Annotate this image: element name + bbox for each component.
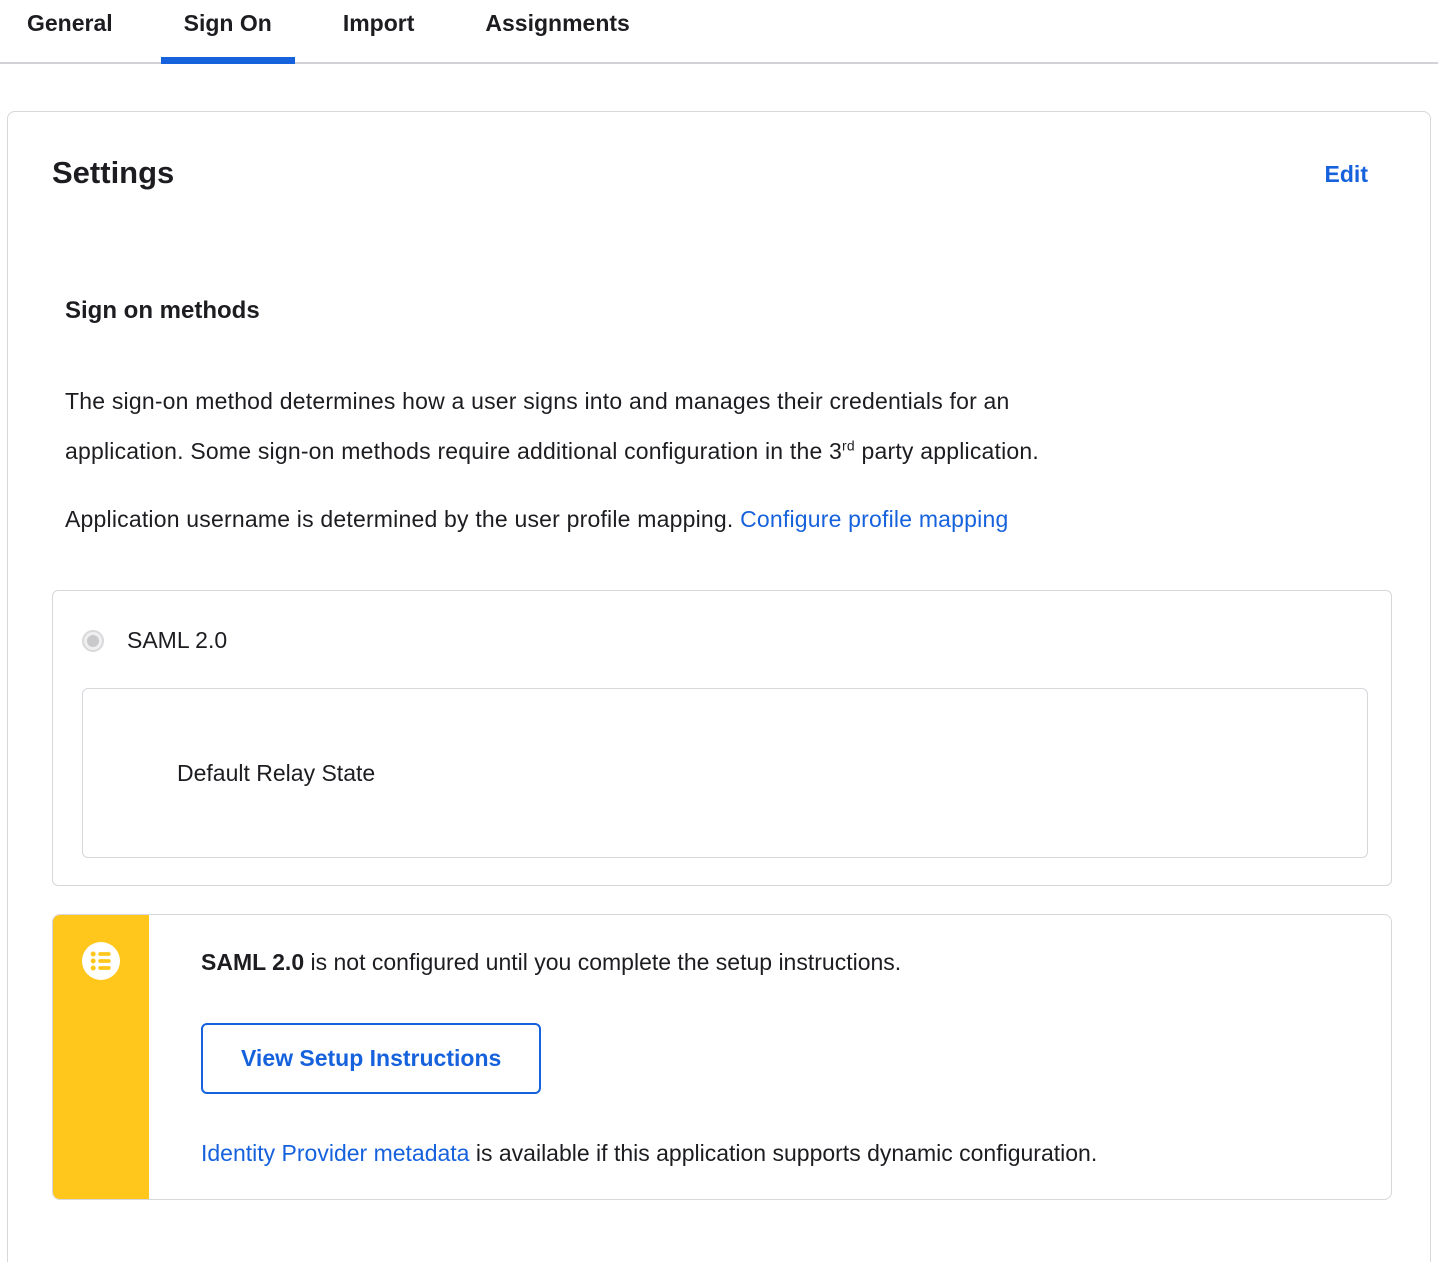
- edit-link[interactable]: Edit: [1325, 161, 1368, 188]
- superscript-rd: rd: [842, 437, 855, 454]
- settings-title: Settings: [52, 155, 175, 190]
- list-icon: [82, 942, 120, 980]
- saml-radio-label: SAML 2.0: [127, 627, 228, 653]
- tab-assignments[interactable]: Assignments: [462, 0, 652, 62]
- settings-card: Settings Edit Sign on methods The sign-o…: [7, 111, 1431, 1262]
- tab-sign-on[interactable]: Sign On: [160, 0, 296, 64]
- sign-on-methods-heading: Sign on methods: [65, 297, 260, 324]
- saml-setup-callout: SAML 2.0 is not configured until you com…: [52, 914, 1392, 1200]
- profile-mapping-text: Application username is determined by th…: [65, 506, 741, 532]
- settings-card-header: Settings Edit: [8, 112, 1430, 192]
- callout-body: SAML 2.0 is not configured until you com…: [149, 915, 1391, 1199]
- callout-message-bold: SAML 2.0: [201, 949, 305, 975]
- default-relay-state-field: Default Relay State: [82, 688, 1368, 858]
- tab-bar: General Sign On Import Assignments: [0, 0, 1438, 64]
- description-line-2: application. Some sign-on methods requir…: [65, 437, 1039, 464]
- view-setup-instructions-button[interactable]: View Setup Instructions: [201, 1023, 542, 1094]
- callout-message-rest: is not configured until you complete the…: [304, 949, 902, 975]
- profile-mapping-paragraph: Application username is determined by th…: [65, 494, 1392, 544]
- tab-import[interactable]: Import: [320, 0, 438, 62]
- default-relay-state-label: Default Relay State: [177, 759, 376, 786]
- saml-radio-button[interactable]: [82, 629, 104, 652]
- tab-general[interactable]: General: [4, 0, 136, 62]
- description-line-1: The sign-on method determines how a user…: [65, 388, 1010, 414]
- callout-message: SAML 2.0 is not configured until you com…: [201, 947, 1351, 977]
- radio-dot: [87, 634, 99, 647]
- sign-on-methods-description: The sign-on method determines how a user…: [65, 376, 1392, 476]
- callout-yellow-strip: [53, 915, 149, 1199]
- metadata-line: Identity Provider metadata is available …: [201, 1138, 1351, 1168]
- configure-profile-mapping-link[interactable]: Configure profile mapping: [740, 506, 1008, 532]
- saml-radio-row: SAML 2.0: [82, 627, 1368, 654]
- identity-provider-metadata-link[interactable]: Identity Provider metadata: [201, 1140, 469, 1166]
- metadata-rest-text: is available if this application support…: [469, 1140, 1098, 1166]
- saml-option-box: SAML 2.0 Default Relay State: [52, 590, 1392, 886]
